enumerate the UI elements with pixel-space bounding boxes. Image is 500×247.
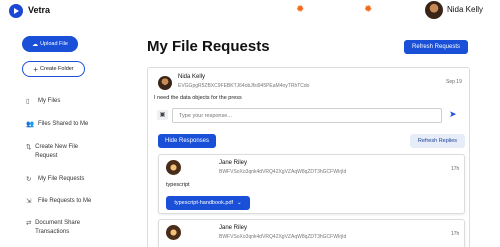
- top-bar: Vetra ✹ ✹ Nida Kelly: [0, 0, 500, 24]
- sidebar-item-my-files[interactable]: ▯ My Files: [26, 97, 60, 106]
- response-text: typescript: [166, 182, 190, 188]
- responder-id: BWFVSoXo3qnk4dVRQ42XgVZAqW8qZDT3hGCFWIrj…: [219, 169, 347, 175]
- response-card: Jane Riley BWFVSoXo3qnk4dVRQ42XgVZAqW8qZ…: [158, 154, 465, 214]
- sidebar-item-label: Document Share Transactions: [35, 220, 81, 235]
- sidebar-item-files-shared[interactable]: 👥 Files Shared to Me: [26, 120, 88, 129]
- requester-id: EVGGpgR5ZBXC9FEBKTJ64obJfsi945PEaM4nyTRh…: [178, 83, 310, 89]
- response-time: 17h: [451, 231, 460, 237]
- avatar: [166, 160, 181, 175]
- logo-icon[interactable]: [9, 4, 23, 18]
- sidebar-item-label: My File Requests: [38, 176, 85, 182]
- request-icon: ⇅: [26, 144, 32, 151]
- refresh-requests-button[interactable]: Refresh Requests: [404, 40, 468, 54]
- upload-file-button[interactable]: ☁ Upload File: [22, 36, 78, 52]
- cloud-upload-icon: ☁: [32, 41, 39, 48]
- file-request-card: Nida Kelly EVGGpgR5ZBXC9FEBKTJ64obJfsi94…: [147, 67, 470, 247]
- file-download-button[interactable]: typescript-handbook.pdf ⌄: [166, 196, 250, 210]
- sidebar-item-transactions[interactable]: ⇄ Document Share Transactions: [26, 219, 96, 237]
- response-time: 17h: [451, 166, 460, 172]
- request-date: Sep 19: [446, 79, 462, 85]
- sidebar-item-label: Create New File Request: [35, 144, 79, 159]
- sidebar-item-label: File Requests to Me: [38, 198, 92, 204]
- attachment-icon[interactable]: ▣: [157, 110, 168, 120]
- reply-input[interactable]: [172, 108, 442, 123]
- avatar[interactable]: [425, 1, 443, 19]
- hide-responses-button[interactable]: Hide Responses: [158, 134, 216, 148]
- avatar: [166, 225, 181, 240]
- responder-name: Jane Riley: [219, 160, 248, 166]
- page-title: My File Requests: [147, 38, 270, 55]
- refresh-replies-button[interactable]: Refresh Replies: [410, 134, 465, 148]
- plus-icon: +: [33, 64, 39, 74]
- responder-name: Jane Riley: [219, 225, 248, 231]
- inbox-icon: ⇲: [26, 198, 32, 205]
- transactions-icon: ⇄: [26, 220, 32, 227]
- request-message: I need the data objects for the press: [154, 95, 242, 101]
- create-folder-button[interactable]: + Create Folder: [22, 61, 85, 77]
- refresh-icon: ↻: [26, 176, 32, 183]
- responder-id: BWFVSoXo3qnk4dVRQ42XgVZAqW8qZDT3hGCFWIrj…: [219, 234, 347, 240]
- reply-row: ▣ ➤: [154, 107, 465, 124]
- people-icon: 👥: [26, 121, 35, 128]
- chevron-down-icon: ⌄: [237, 200, 242, 206]
- sidebar-item-create-request[interactable]: ⇅ Create New File Request: [26, 143, 86, 161]
- sun-icon[interactable]: ✹: [296, 4, 304, 16]
- user-name[interactable]: Nida Kelly: [447, 5, 483, 14]
- brand-name[interactable]: Vetra: [28, 5, 50, 15]
- requester-name: Nida Kelly: [178, 74, 206, 80]
- sidebar-item-my-requests[interactable]: ↻ My File Requests: [26, 175, 84, 184]
- upload-file-label: Upload File: [40, 41, 68, 47]
- create-folder-label: Create Folder: [40, 66, 74, 72]
- sidebar-item-label: Files Shared to Me: [38, 121, 89, 127]
- avatar: [158, 76, 172, 90]
- sun-icon[interactable]: ✹: [364, 4, 372, 16]
- sidebar-item-requests-to-me[interactable]: ⇲ File Requests to Me: [26, 197, 91, 206]
- send-icon[interactable]: ➤: [449, 109, 457, 120]
- response-card: Jane Riley BWFVSoXo3qnk4dVRQ42XgVZAqW8qZ…: [158, 219, 465, 247]
- document-icon: ▯: [26, 98, 30, 105]
- file-name: typescript-handbook.pdf: [174, 200, 234, 206]
- sidebar-item-label: My Files: [38, 98, 61, 104]
